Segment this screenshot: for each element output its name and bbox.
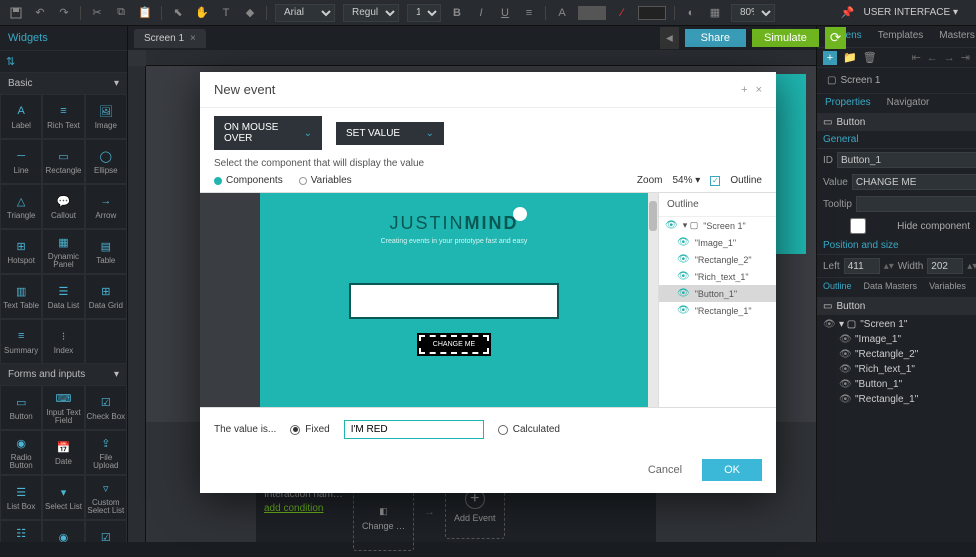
outline-item[interactable]: 👁▾ ▢"Screen 1" xyxy=(659,217,776,234)
outline-checkbox[interactable]: ✓ xyxy=(710,176,720,186)
outline-item[interactable]: 👁"Rich_text_1" xyxy=(659,268,776,285)
subtab-variables[interactable]: Variables xyxy=(299,175,352,186)
outline-item-selected[interactable]: 👁"Button_1" xyxy=(659,285,776,302)
modal-title: New event xyxy=(214,82,275,97)
radio-fixed[interactable]: Fixed xyxy=(290,424,329,435)
close-icon[interactable]: × xyxy=(756,84,762,96)
cancel-button[interactable]: Cancel xyxy=(636,459,694,481)
logo: JUSTINMIND xyxy=(390,213,519,234)
add-icon[interactable]: + xyxy=(741,84,747,96)
preview-input[interactable] xyxy=(349,283,559,319)
eye-icon[interactable]: 👁 xyxy=(677,305,690,316)
preview-canvas[interactable]: JUSTINMIND Creating events in your proto… xyxy=(200,193,648,407)
new-event-modal: New event + × ON MOUSE OVER⌄ SET VALUE⌄ … xyxy=(200,72,776,493)
outline-item[interactable]: 👁"Rectangle_1" xyxy=(659,302,776,319)
modal-instruction: Select the component that will display t… xyxy=(200,158,776,175)
fixed-value-input[interactable] xyxy=(344,420,484,439)
outline-item[interactable]: 👁"Rectangle_2" xyxy=(659,251,776,268)
eye-icon[interactable]: 👁 xyxy=(677,288,690,299)
modal-overlay: New event + × ON MOUSE OVER⌄ SET VALUE⌄ … xyxy=(0,0,976,542)
action-dropdown[interactable]: SET VALUE⌄ xyxy=(336,122,444,145)
chevron-down-icon: ⌄ xyxy=(304,128,312,139)
zoom-value[interactable]: 54% ▾ xyxy=(672,175,700,186)
tagline: Creating events in your prototype fast a… xyxy=(381,238,528,245)
preview-button[interactable]: CHANGE ME xyxy=(419,335,489,354)
trigger-dropdown[interactable]: ON MOUSE OVER⌄ xyxy=(214,116,322,150)
eye-icon[interactable]: 👁 xyxy=(677,271,690,282)
eye-icon[interactable]: 👁 xyxy=(677,237,690,248)
eye-icon[interactable]: 👁 xyxy=(665,220,678,231)
chevron-down-icon: ⌄ xyxy=(426,128,434,139)
outline-item[interactable]: 👁"Image_1" xyxy=(659,234,776,251)
preview-outline-panel: Outline 👁▾ ▢"Screen 1" 👁"Image_1" 👁"Rect… xyxy=(658,193,776,407)
logo-dot-icon xyxy=(513,207,527,221)
eye-icon[interactable]: 👁 xyxy=(677,254,690,265)
radio-calculated[interactable]: Calculated xyxy=(498,424,560,435)
subtab-components[interactable]: Components xyxy=(214,175,283,186)
preview-scrollbar[interactable] xyxy=(648,193,658,407)
ok-button[interactable]: OK xyxy=(702,459,762,481)
